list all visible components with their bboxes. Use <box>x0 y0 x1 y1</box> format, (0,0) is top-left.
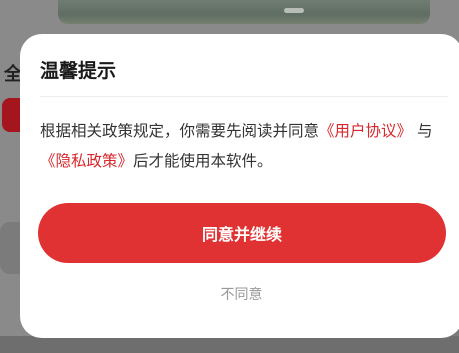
title-divider <box>40 96 448 97</box>
dialog-title: 温馨提示 <box>40 60 117 82</box>
message-conjunction: 与 <box>416 122 433 140</box>
message-prefix: 根据相关政策规定，你需要先阅读并同意 <box>40 122 320 140</box>
app-screen: 全 温馨提示 根据相关政策规定，你需要先阅读并同意《用户协议》 与 《隐私政策》… <box>0 0 459 353</box>
disagree-button[interactable]: 不同意 <box>20 284 459 304</box>
background-bottom-strip <box>0 336 459 353</box>
privacy-consent-dialog: 温馨提示 根据相关政策规定，你需要先阅读并同意《用户协议》 与 《隐私政策》后才… <box>20 34 459 338</box>
message-suffix: 后才能使用本软件。 <box>133 152 273 170</box>
user-agreement-link[interactable]: 《用户协议》 <box>319 122 412 140</box>
privacy-policy-link[interactable]: 《隐私政策》 <box>40 152 133 170</box>
dialog-message: 根据相关政策规定，你需要先阅读并同意《用户协议》 与 《隐私政策》后才能使用本软… <box>40 116 450 176</box>
background-banner-image <box>58 0 430 24</box>
agree-and-continue-button[interactable]: 同意并继续 <box>38 203 446 263</box>
banner-page-indicator <box>284 8 304 13</box>
